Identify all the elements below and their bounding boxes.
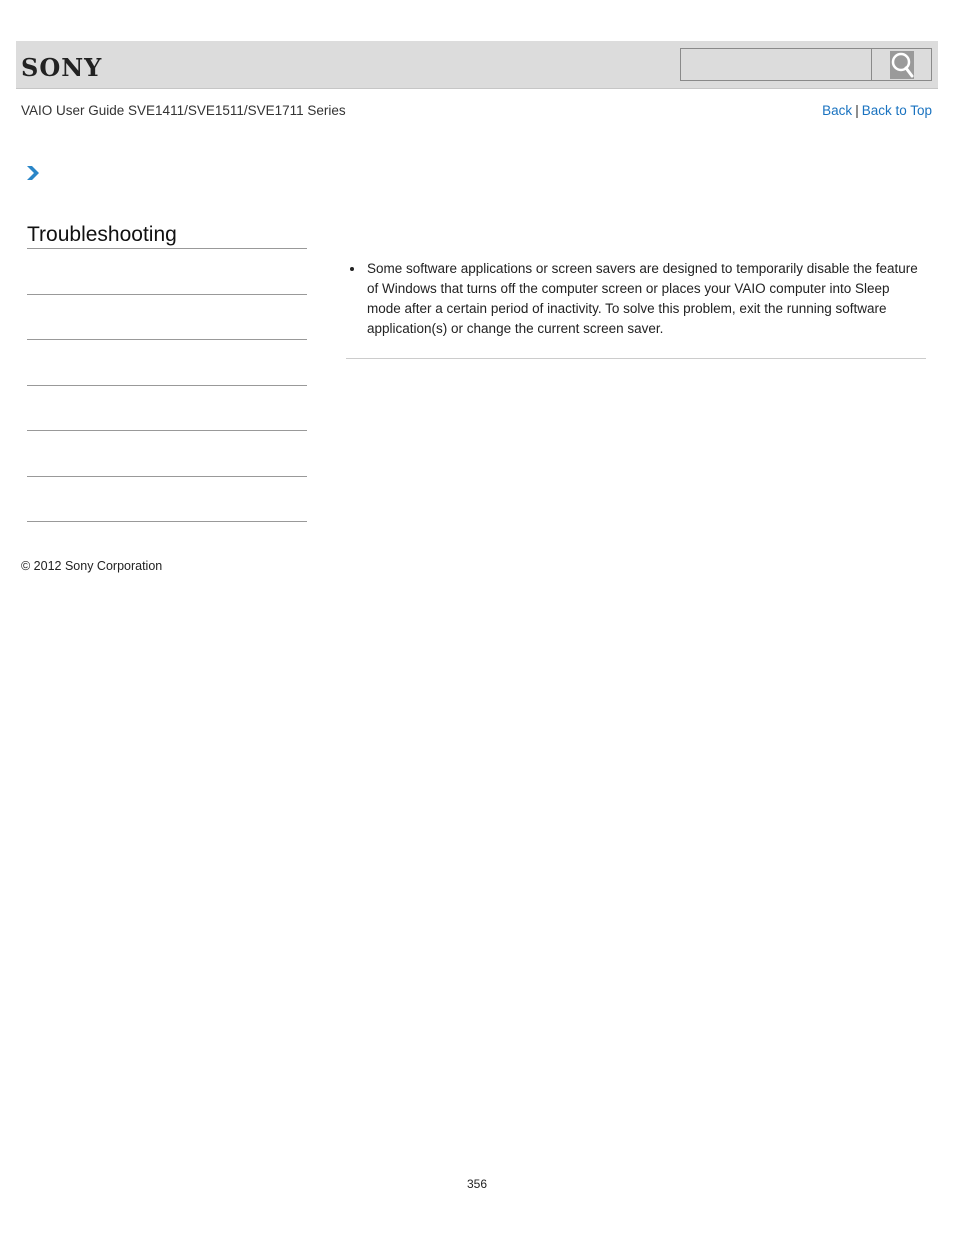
list-item: Some software applications or screen sav…: [346, 259, 926, 339]
sidebar-item[interactable]: [27, 249, 307, 295]
nav-links: Back | Back to Top: [822, 103, 932, 118]
chevron-right-icon[interactable]: [26, 165, 40, 186]
header-bar: SONY: [16, 41, 938, 89]
sidebar-item[interactable]: [27, 340, 307, 386]
search-input[interactable]: [680, 48, 872, 81]
nav-separator: |: [855, 103, 859, 118]
content-divider: [346, 358, 926, 359]
page-number: 356: [466, 1177, 488, 1191]
back-to-top-link[interactable]: Back to Top: [862, 103, 932, 118]
bullet-list: Some software applications or screen sav…: [346, 259, 926, 339]
list-item-text: Some software applications or screen sav…: [367, 261, 918, 336]
main-content: Some software applications or screen sav…: [346, 259, 926, 359]
copyright: © 2012 Sony Corporation: [21, 559, 163, 573]
sidebar-item[interactable]: [27, 477, 307, 522]
bullet-icon: [350, 267, 354, 271]
sony-logo: SONY: [21, 53, 103, 82]
sidebar: Troubleshooting: [27, 222, 307, 522]
sidebar-item[interactable]: [27, 295, 307, 340]
back-link[interactable]: Back: [822, 103, 852, 118]
guide-title: VAIO User Guide SVE1411/SVE1511/SVE1711 …: [21, 103, 346, 118]
sidebar-item[interactable]: [27, 386, 307, 431]
search-icon: [889, 50, 914, 79]
sidebar-title: Troubleshooting: [27, 222, 307, 249]
search-button[interactable]: [871, 48, 932, 81]
sidebar-item[interactable]: [27, 431, 307, 477]
